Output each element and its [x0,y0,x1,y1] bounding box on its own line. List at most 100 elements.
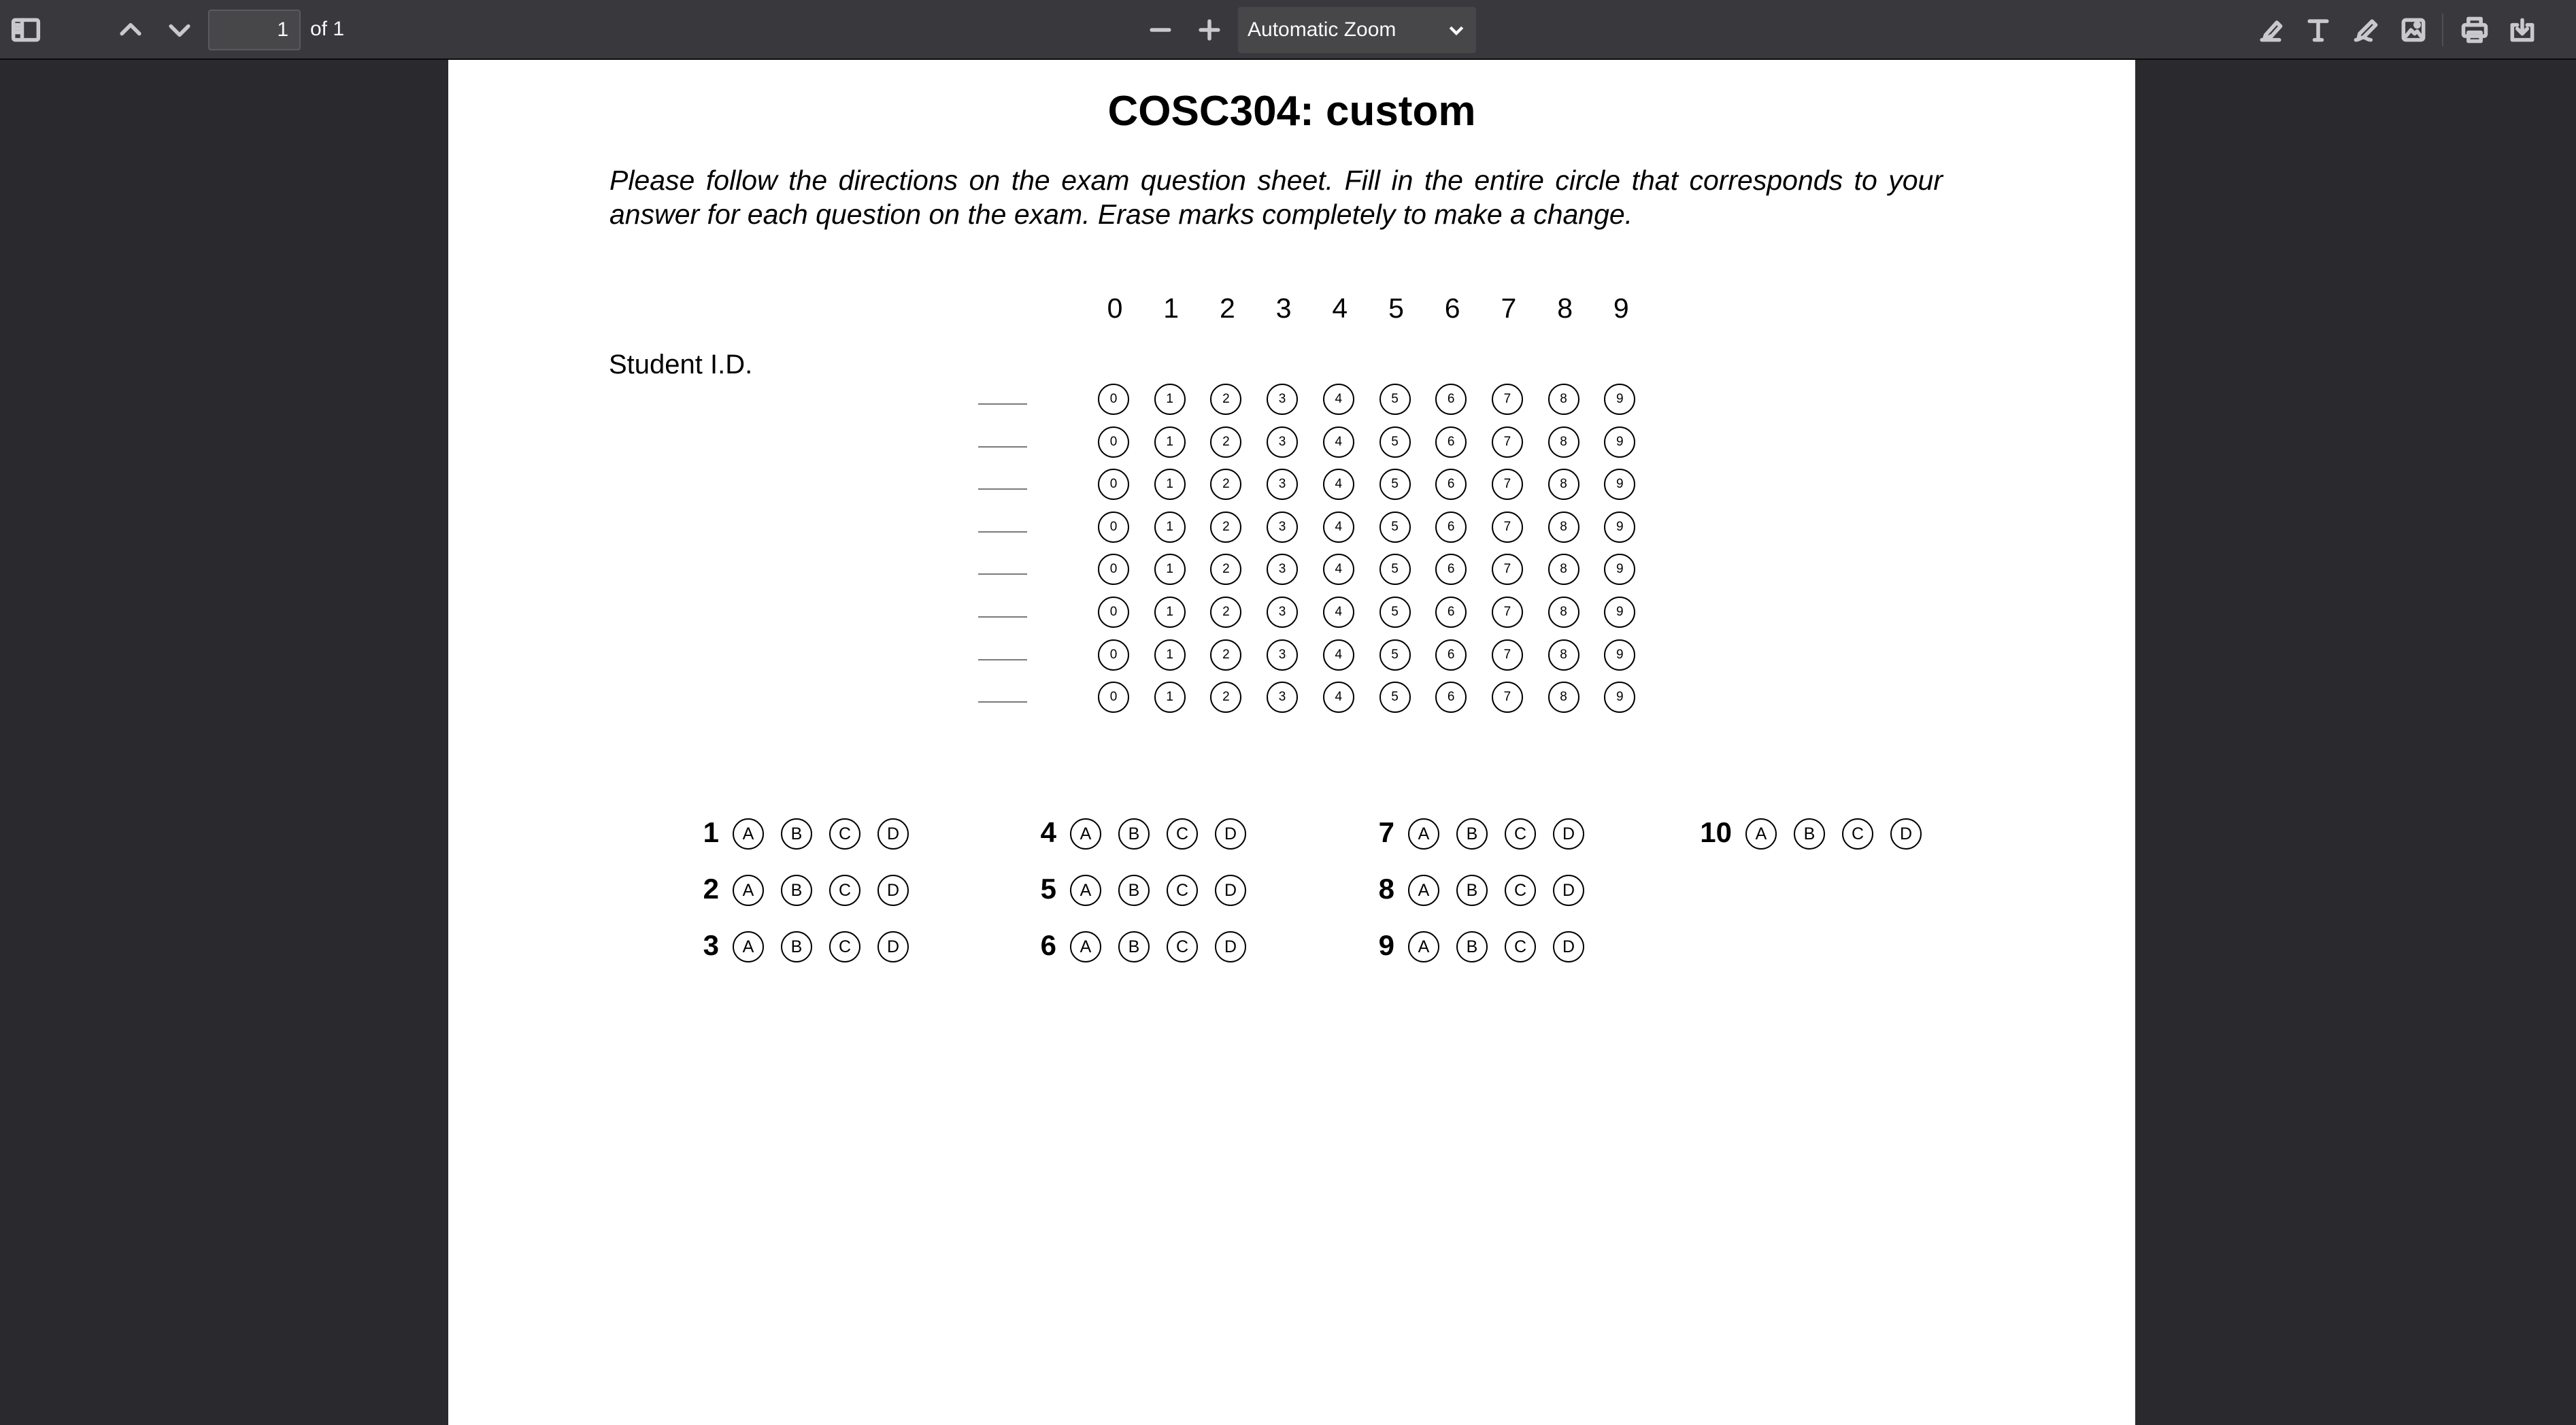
answer-bubble[interactable]: C [1505,931,1536,962]
id-bubble[interactable]: 0 [1098,597,1129,628]
id-bubble[interactable]: 2 [1210,384,1242,415]
id-bubble[interactable]: 1 [1154,384,1186,415]
id-bubble[interactable]: 4 [1322,469,1354,501]
page-number-input[interactable] [208,10,301,50]
answer-bubble[interactable]: A [1408,931,1439,962]
id-bubble[interactable]: 8 [1548,426,1579,458]
id-bubble[interactable]: 8 [1548,682,1579,714]
text-annotation-icon[interactable] [2298,10,2339,50]
id-bubble[interactable]: 5 [1379,426,1411,458]
answer-bubble[interactable]: C [1167,875,1198,906]
id-bubble[interactable]: 9 [1604,639,1636,671]
answer-bubble[interactable]: B [1794,818,1825,850]
answer-bubble[interactable]: D [877,875,909,906]
id-bubble[interactable]: 1 [1154,682,1186,714]
id-bubble[interactable]: 1 [1154,639,1186,671]
id-bubble[interactable]: 5 [1379,639,1411,671]
id-bubble[interactable]: 4 [1322,511,1354,543]
answer-bubble[interactable]: A [1070,931,1101,962]
answer-bubble[interactable]: B [1456,875,1488,906]
id-bubble[interactable]: 3 [1267,384,1299,415]
answer-bubble[interactable]: A [733,818,764,850]
id-bubble[interactable]: 6 [1435,597,1467,628]
id-bubble[interactable]: 4 [1322,639,1354,671]
id-bubble[interactable]: 4 [1322,597,1354,628]
id-bubble[interactable]: 2 [1210,682,1242,714]
answer-bubble[interactable]: D [1553,875,1584,906]
id-bubble[interactable]: 1 [1154,469,1186,501]
id-bubble[interactable]: 3 [1267,597,1299,628]
answer-bubble[interactable]: B [781,818,812,850]
id-bubble[interactable]: 8 [1548,384,1579,415]
id-bubble[interactable]: 0 [1098,682,1129,714]
download-icon[interactable] [2502,10,2543,50]
answer-bubble[interactable]: D [1215,931,1246,962]
id-bubble[interactable]: 8 [1548,639,1579,671]
id-bubble[interactable]: 3 [1267,554,1299,586]
answer-bubble[interactable]: D [1890,818,1922,850]
answer-bubble[interactable]: D [877,818,909,850]
answer-bubble[interactable]: A [733,875,764,906]
id-bubble[interactable]: 3 [1267,426,1299,458]
answer-bubble[interactable]: D [1553,818,1584,850]
id-bubble[interactable]: 6 [1435,384,1467,415]
id-bubble[interactable]: 9 [1604,384,1636,415]
id-bubble[interactable]: 6 [1435,639,1467,671]
id-bubble[interactable]: 6 [1435,682,1467,714]
answer-bubble[interactable]: A [1408,875,1439,906]
answer-bubble[interactable]: A [1070,818,1101,850]
answer-bubble[interactable]: C [1167,931,1198,962]
answer-bubble[interactable]: D [877,931,909,962]
id-bubble[interactable]: 6 [1435,511,1467,543]
id-bubble[interactable]: 8 [1548,469,1579,501]
sidebar-toggle-icon[interactable] [5,10,46,50]
add-image-icon[interactable] [2393,10,2434,50]
zoom-select[interactable]: Automatic Zoom [1238,7,1476,53]
id-bubble[interactable]: 5 [1379,554,1411,586]
id-bubble[interactable]: 5 [1379,682,1411,714]
id-bubble[interactable]: 0 [1098,384,1129,415]
id-bubble[interactable]: 0 [1098,426,1129,458]
answer-bubble[interactable]: C [829,818,860,850]
id-bubble[interactable]: 9 [1604,682,1636,714]
answer-bubble[interactable]: B [781,931,812,962]
answer-bubble[interactable]: D [1553,931,1584,962]
id-bubble[interactable]: 5 [1379,511,1411,543]
id-bubble[interactable]: 4 [1322,426,1354,458]
draw-icon[interactable] [2345,10,2386,50]
id-bubble[interactable]: 7 [1491,469,1523,501]
id-bubble[interactable]: 3 [1267,682,1299,714]
zoom-in-icon[interactable] [1189,10,1230,50]
id-bubble[interactable]: 1 [1154,511,1186,543]
id-bubble[interactable]: 0 [1098,639,1129,671]
id-bubble[interactable]: 4 [1322,554,1354,586]
id-bubble[interactable]: 7 [1491,554,1523,586]
id-bubble[interactable]: 3 [1267,639,1299,671]
id-bubble[interactable]: 2 [1210,639,1242,671]
answer-bubble[interactable]: B [1456,818,1488,850]
id-bubble[interactable]: 2 [1210,554,1242,586]
answer-bubble[interactable]: D [1215,875,1246,906]
id-bubble[interactable]: 8 [1548,554,1579,586]
id-bubble[interactable]: 7 [1491,511,1523,543]
id-bubble[interactable]: 2 [1210,426,1242,458]
id-bubble[interactable]: 0 [1098,511,1129,543]
id-bubble[interactable]: 5 [1379,597,1411,628]
id-bubble[interactable]: 6 [1435,469,1467,501]
id-bubble[interactable]: 2 [1210,597,1242,628]
id-bubble[interactable]: 0 [1098,554,1129,586]
id-bubble[interactable]: 9 [1604,469,1636,501]
id-bubble[interactable]: 9 [1604,426,1636,458]
id-bubble[interactable]: 7 [1491,639,1523,671]
answer-bubble[interactable]: D [1215,818,1246,850]
answer-bubble[interactable]: C [829,931,860,962]
answer-bubble[interactable]: A [1070,875,1101,906]
id-bubble[interactable]: 7 [1491,384,1523,415]
answer-bubble[interactable]: A [733,931,764,962]
answer-bubble[interactable]: C [1505,818,1536,850]
answer-bubble[interactable]: B [1118,931,1150,962]
highlight-icon[interactable] [2250,10,2291,50]
answer-bubble[interactable]: A [1408,818,1439,850]
id-bubble[interactable]: 5 [1379,469,1411,501]
id-bubble[interactable]: 7 [1491,426,1523,458]
